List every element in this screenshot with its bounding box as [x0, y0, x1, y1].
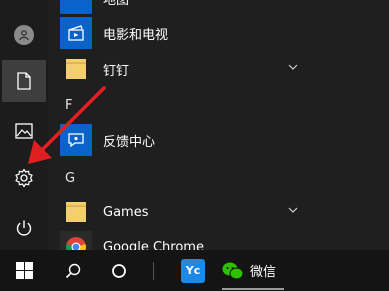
- chevron-down-icon[interactable]: [287, 204, 299, 216]
- chrome-icon: [60, 231, 92, 250]
- pictures-icon: [15, 123, 33, 139]
- wechat-icon: [222, 262, 244, 279]
- section-header-g[interactable]: G: [65, 171, 75, 186]
- start-rail: [0, 0, 48, 250]
- cortana-icon: [112, 263, 126, 278]
- settings-button[interactable]: [0, 157, 48, 199]
- app-item-movies-tv[interactable]: 电影和电视: [60, 15, 389, 51]
- taskbar-separator: [150, 250, 156, 291]
- search-icon: [65, 263, 81, 278]
- yc-app-icon: Yc: [181, 258, 205, 283]
- app-list: 地图 电影和电视 钉钉 F 反馈中心 G Games Google Chrome: [48, 0, 389, 250]
- taskbar-app-wechat[interactable]: 微信: [222, 250, 284, 291]
- wechat-label: 微信: [250, 265, 277, 280]
- app-label: 电影和电视: [103, 27, 169, 43]
- feedback-icon: [60, 124, 92, 156]
- cortana-button[interactable]: [100, 250, 138, 291]
- app-item-feedback-hub[interactable]: 反馈中心: [60, 122, 389, 158]
- app-item-dingtalk[interactable]: 钉钉: [60, 51, 389, 87]
- app-label: 反馈中心: [103, 134, 156, 150]
- app-item-google-chrome[interactable]: Google Chrome: [60, 229, 389, 250]
- user-icon: [14, 25, 34, 45]
- app-label: 地图: [103, 0, 130, 8]
- user-account-button[interactable]: [0, 14, 48, 56]
- power-icon: [16, 220, 32, 236]
- start-menu: 地图 电影和电视 钉钉 F 反馈中心 G Games Google Chrome: [0, 0, 389, 250]
- yc-app-label: Yc: [185, 264, 201, 277]
- app-item-maps[interactable]: 地图: [60, 0, 389, 16]
- app-label: 钉钉: [103, 63, 130, 79]
- section-header-f[interactable]: F: [65, 98, 72, 113]
- settings-icon: [15, 168, 33, 188]
- folder-icon: [60, 196, 92, 228]
- pictures-button[interactable]: [0, 110, 48, 152]
- power-button[interactable]: [0, 207, 48, 249]
- film-icon: [60, 17, 92, 49]
- app-label: Games: [103, 204, 149, 220]
- app-item-games[interactable]: Games: [60, 194, 389, 230]
- search-button[interactable]: [54, 250, 92, 291]
- maps-tile: [60, 0, 92, 14]
- app-label: Google Chrome: [103, 239, 204, 251]
- taskbar: Yc 微信: [0, 250, 389, 291]
- windows-logo-icon: [15, 262, 33, 279]
- documents-button[interactable]: [2, 60, 46, 102]
- running-indicator: [222, 288, 284, 290]
- document-icon: [17, 72, 31, 90]
- folder-icon: [60, 53, 92, 85]
- start-button[interactable]: [0, 250, 48, 291]
- taskbar-app-yc[interactable]: Yc: [174, 250, 212, 291]
- chevron-down-icon[interactable]: [287, 61, 299, 73]
